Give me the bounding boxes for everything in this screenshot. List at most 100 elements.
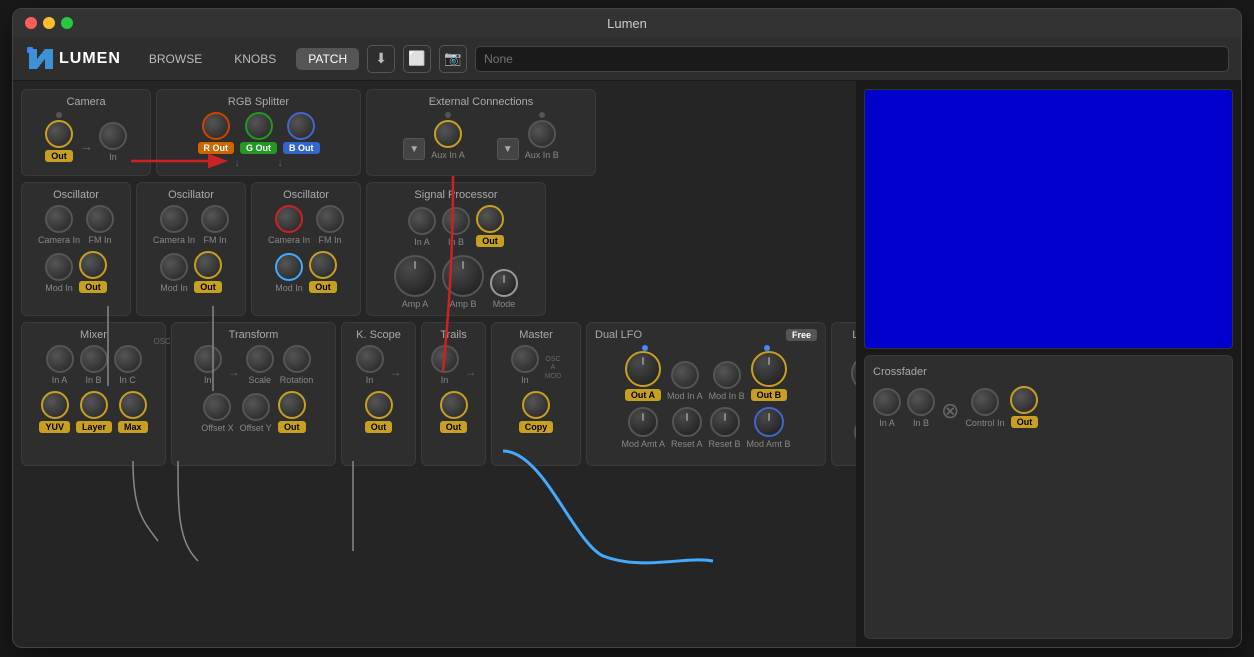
aux-b-group: Aux In B <box>525 112 559 160</box>
cf-out-port[interactable] <box>1010 386 1038 414</box>
rgb-b-port[interactable] <box>287 112 315 140</box>
cf-in-b-group: In B <box>907 388 935 428</box>
osc2-cam-port[interactable] <box>160 205 188 233</box>
mixer-yuv-badge: YUV <box>39 421 70 433</box>
module-external: External Connections ▼ Aux In A ▼ <box>366 89 596 176</box>
row-2: Oscillator Camera In FM In <box>21 182 848 316</box>
transform-in-port[interactable] <box>194 345 222 373</box>
ext-dropdown-a[interactable]: ▼ <box>403 138 425 160</box>
kscope-in-port[interactable] <box>356 345 384 373</box>
dual-lfo-free-badge: Free <box>786 329 817 341</box>
rgb-b-badge: B Out <box>283 142 320 154</box>
kscope-out-port[interactable] <box>365 391 393 419</box>
cf-control-in-port[interactable] <box>971 388 999 416</box>
download-button[interactable]: ⬇ <box>367 45 395 73</box>
mixer-in-c-port[interactable] <box>114 345 142 373</box>
close-button[interactable] <box>25 17 37 29</box>
preview-area: Crossfader In A In B ⊗ Control In <box>856 81 1241 647</box>
master-in-port[interactable] <box>511 345 539 373</box>
osc1-out-port[interactable] <box>79 251 107 279</box>
master-copy-port[interactable] <box>522 391 550 419</box>
sig-in-b-port[interactable] <box>442 207 470 235</box>
dual-lfo-mod-in-a-port[interactable] <box>671 361 699 389</box>
kscope-in-label: In <box>366 375 374 385</box>
mixer-in-b-group: In B <box>80 345 108 385</box>
maximize-button[interactable] <box>61 17 73 29</box>
browse-button[interactable]: BROWSE <box>137 48 214 70</box>
sig-amp-a-knob[interactable] <box>394 255 436 297</box>
dual-lfo-reset-b-knob[interactable] <box>710 407 740 437</box>
search-input[interactable] <box>475 46 1229 72</box>
external-ports: ▼ Aux In A ▼ Aux In B <box>403 112 559 160</box>
camera-title: Camera <box>66 96 105 108</box>
transform-offset-x-port[interactable] <box>203 393 231 421</box>
osc1-fm-port[interactable] <box>86 205 114 233</box>
trails-out-port[interactable] <box>440 391 468 419</box>
osc2-fm-label: FM In <box>204 235 227 245</box>
dual-lfo-out-a-knob[interactable] <box>625 351 661 387</box>
aux-b-port[interactable] <box>528 120 556 148</box>
patch-button[interactable]: PATCH <box>296 48 359 70</box>
osc3-out-port[interactable] <box>309 251 337 279</box>
sig-amp-b-knob[interactable] <box>442 255 484 297</box>
dual-lfo-out-b-knob[interactable] <box>751 351 787 387</box>
osc3-cam-port[interactable] <box>275 205 303 233</box>
dual-lfo-reset-a-label: Reset A <box>671 439 703 449</box>
aux-a-port[interactable] <box>434 120 462 148</box>
dual-lfo-mod-in-b-port[interactable] <box>713 361 741 389</box>
transform-out-group: Out <box>278 391 306 433</box>
osc2-out-port[interactable] <box>194 251 222 279</box>
ext-dropdown-b[interactable]: ▼ <box>497 138 519 160</box>
master-copy-badge: Copy <box>519 421 554 433</box>
camera-in-group: In <box>99 122 127 162</box>
lfo-c-freq-knob[interactable] <box>854 417 857 447</box>
sig-out-port[interactable] <box>476 205 504 233</box>
camera-capture-button[interactable]: 📷 <box>439 45 467 73</box>
dual-lfo-out-b-group: Out B <box>751 351 788 401</box>
knobs-button[interactable]: KNOBS <box>222 48 288 70</box>
dual-lfo-mod-amt-b-knob[interactable] <box>754 407 784 437</box>
cf-in-a-port[interactable] <box>873 388 901 416</box>
mixer-in-a-port[interactable] <box>46 345 74 373</box>
mixer-yuv-port[interactable] <box>41 391 69 419</box>
mixer-in-b-port[interactable] <box>80 345 108 373</box>
trails-in-port[interactable] <box>431 345 459 373</box>
osc2-cam-label: Camera In <box>153 235 195 245</box>
mixer-layer-port[interactable] <box>80 391 108 419</box>
trails-in-group: In <box>431 345 459 385</box>
camera-in-label: In <box>109 152 117 162</box>
window-controls <box>25 17 73 29</box>
dual-lfo-reset-a-knob[interactable] <box>672 407 702 437</box>
osc2-mod-port[interactable] <box>160 253 188 281</box>
sig-in-a-port[interactable] <box>408 207 436 235</box>
dual-lfo-mod-amt-a-knob[interactable] <box>628 407 658 437</box>
lfo-c-out-knob[interactable] <box>851 355 857 391</box>
display-button[interactable]: ⬜ <box>403 45 431 73</box>
transform-offset-y-port[interactable] <box>242 393 270 421</box>
minimize-button[interactable] <box>43 17 55 29</box>
osc3-cam-in: Camera In <box>268 205 310 245</box>
osc1-cam-port[interactable] <box>45 205 73 233</box>
osc2-fm-port[interactable] <box>201 205 229 233</box>
external-title: External Connections <box>429 96 534 108</box>
sig-mode-knob[interactable] <box>490 269 518 297</box>
osc3-out: Out <box>309 251 337 293</box>
rgb-g-port[interactable] <box>245 112 273 140</box>
osc1-mod-port[interactable] <box>45 253 73 281</box>
camera-in-port[interactable] <box>99 122 127 150</box>
transform-rotation-port[interactable] <box>283 345 311 373</box>
osc3-fm-port[interactable] <box>316 205 344 233</box>
camera-out-port[interactable] <box>45 120 73 148</box>
osc3-mod-port[interactable] <box>275 253 303 281</box>
dual-lfo-out-b-badge: Out B <box>751 389 788 401</box>
rgb-bottom-arrows: ↓ ↓ <box>235 158 283 169</box>
transform-scale-port[interactable] <box>246 345 274 373</box>
cf-in-b-port[interactable] <box>907 388 935 416</box>
transform-out-port[interactable] <box>278 391 306 419</box>
rgb-r-port[interactable] <box>202 112 230 140</box>
master-in-group: In <box>511 345 539 385</box>
module-osc-3: Oscillator Camera In FM In <box>251 182 361 316</box>
mixer-max-port[interactable] <box>119 391 147 419</box>
rgb-g-group: G Out <box>240 112 277 154</box>
sig-amp-b-label: Amp B <box>449 299 476 309</box>
